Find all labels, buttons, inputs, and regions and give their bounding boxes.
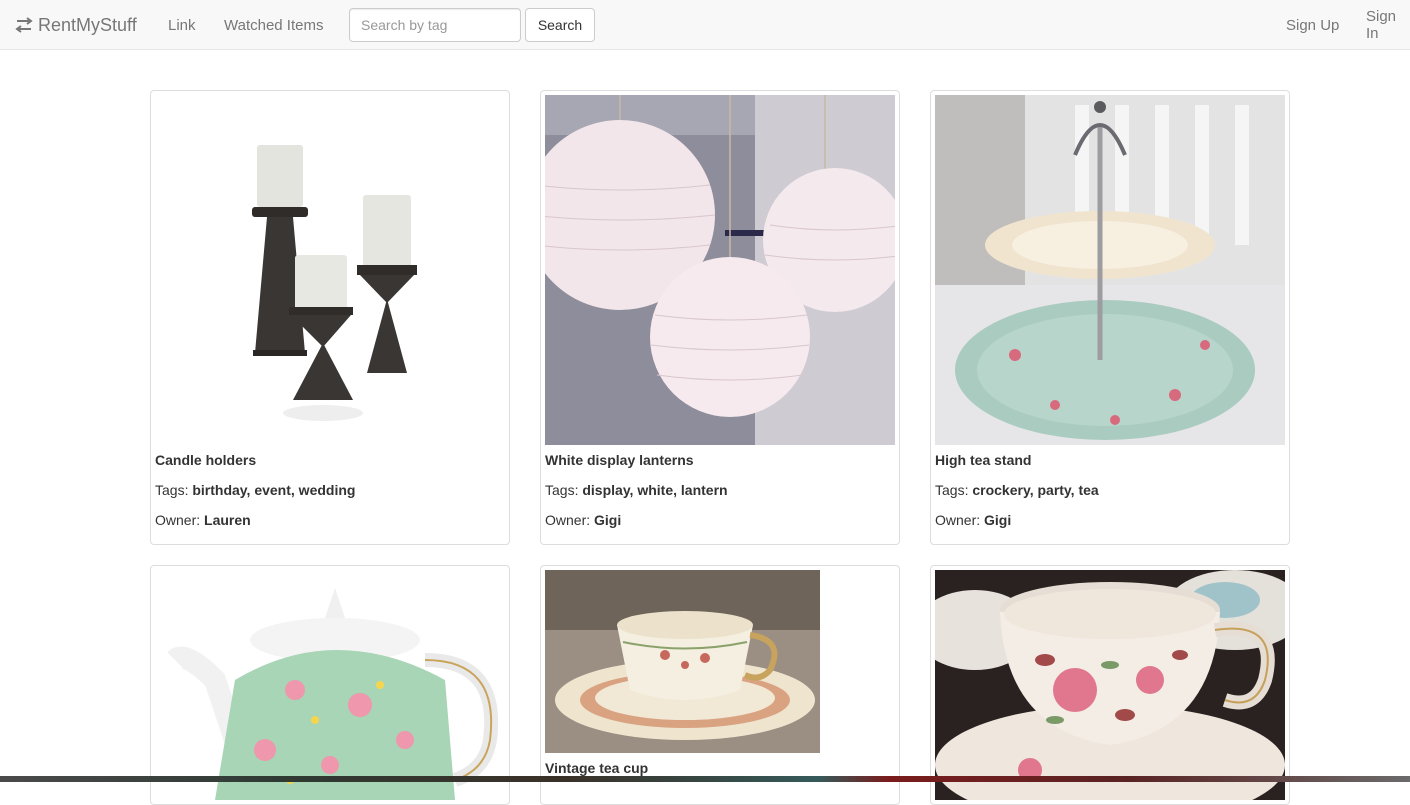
item-card[interactable]: White display lanterns Tags: display, wh… xyxy=(540,90,900,545)
tags-label: Tags: xyxy=(545,482,579,498)
tea-stand-image[interactable] xyxy=(935,95,1285,445)
owner-label: Owner: xyxy=(935,512,981,528)
item-owner: Owner: Gigi xyxy=(935,512,1011,528)
paper-lanterns-image[interactable] xyxy=(545,95,895,445)
tags-label: Tags: xyxy=(155,482,189,498)
item-owner: Owner: Lauren xyxy=(155,512,251,528)
arrows-exchange-icon xyxy=(15,17,33,33)
top-navbar: RentMyStuff Link Watched Items Search Si… xyxy=(0,0,1410,50)
item-title[interactable]: Vintage tea cup xyxy=(545,760,648,776)
vintage-teacup-image[interactable] xyxy=(545,570,820,753)
item-card[interactable] xyxy=(150,565,510,805)
item-title[interactable]: Candle holders xyxy=(155,452,256,468)
tags-value: birthday, event, wedding xyxy=(192,482,356,498)
item-card[interactable]: High tea stand Tags: crockery, party, te… xyxy=(930,90,1290,545)
floral-teacup-image[interactable] xyxy=(935,570,1285,800)
sign-in-link[interactable]: Sign In xyxy=(1366,0,1410,50)
item-card[interactable]: Vintage tea cup xyxy=(540,565,900,805)
sign-up-link[interactable]: Sign Up xyxy=(1286,0,1339,50)
tags-value: crockery, party, tea xyxy=(972,482,1099,498)
item-owner: Owner: Gigi xyxy=(545,512,621,528)
item-tags: Tags: crockery, party, tea xyxy=(935,482,1099,498)
nav-watched-items[interactable]: Watched Items xyxy=(224,0,323,50)
search-button[interactable]: Search xyxy=(525,8,595,42)
item-title[interactable]: White display lanterns xyxy=(545,452,694,468)
owner-value: Gigi xyxy=(594,512,622,528)
tags-label: Tags: xyxy=(935,482,969,498)
candle-holders-image[interactable] xyxy=(155,95,505,445)
item-card[interactable] xyxy=(930,565,1290,805)
owner-label: Owner: xyxy=(545,512,591,528)
search-input[interactable] xyxy=(349,8,521,42)
owner-value: Gigi xyxy=(984,512,1012,528)
brand-link[interactable]: RentMyStuff xyxy=(14,0,137,50)
owner-value: Lauren xyxy=(204,512,251,528)
item-tags: Tags: display, white, lantern xyxy=(545,482,728,498)
floral-teapot-image[interactable] xyxy=(155,570,505,800)
brand-name: RentMyStuff xyxy=(38,14,137,35)
item-title[interactable]: High tea stand xyxy=(935,452,1031,468)
bottom-edge-strip xyxy=(0,776,1410,782)
tags-value: display, white, lantern xyxy=(582,482,728,498)
item-card[interactable]: Candle holders Tags: birthday, event, we… xyxy=(150,90,510,545)
item-tags: Tags: birthday, event, wedding xyxy=(155,482,355,498)
nav-link[interactable]: Link xyxy=(168,0,196,50)
owner-label: Owner: xyxy=(155,512,201,528)
